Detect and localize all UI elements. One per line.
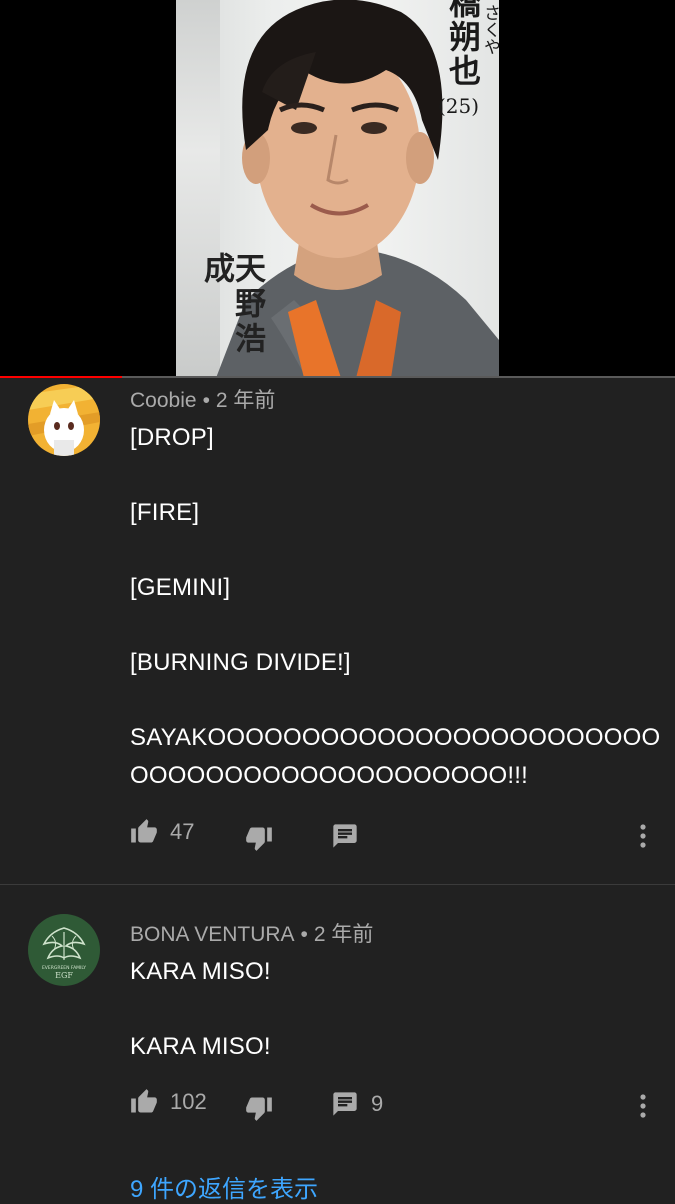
photo-caption-actor: 天野浩成: [198, 252, 265, 357]
reply-button[interactable]: 9: [331, 1090, 383, 1118]
more-vert-icon: [640, 1094, 646, 1118]
cat-avatar-icon: [28, 384, 100, 456]
more-options-button[interactable]: [631, 822, 655, 850]
dislike-button[interactable]: [245, 824, 273, 852]
comment-author[interactable]: BONA VENTURA: [130, 923, 295, 946]
video-progress-fill: [0, 376, 122, 378]
dislike-button[interactable]: [245, 1094, 273, 1122]
comment-icon: [333, 1092, 357, 1116]
meta-separator: •: [202, 389, 210, 412]
comment-time: 2 年前: [313, 923, 374, 946]
like-button[interactable]: 47: [130, 818, 194, 846]
leaf-emblem-avatar-icon: EVERGREEN FAMILY EGF: [28, 914, 100, 986]
video-player[interactable]: 橋朔也 さくや (25) 天野浩成: [0, 0, 675, 378]
comment-divider: [0, 884, 675, 885]
avatar-caption-large: EGF: [55, 971, 73, 980]
comment-author[interactable]: Coobie: [130, 389, 197, 412]
comment-text-line: [DROP]: [130, 424, 214, 451]
comment-text-line: [FIRE]: [130, 499, 200, 526]
comment-text-line: [GEMINI]: [130, 574, 231, 601]
like-count: 102: [170, 1089, 207, 1114]
photo-caption-furigana: さくや: [480, 4, 499, 55]
comment-text-line: KARA MISO!: [130, 958, 271, 985]
more-options-button[interactable]: [631, 1092, 655, 1120]
comment-meta: Coobie • 2 年前: [130, 384, 275, 414]
avatar[interactable]: EVERGREEN FAMILY EGF: [28, 914, 100, 986]
video-frame: 橋朔也 さくや (25) 天野浩成: [176, 0, 499, 378]
view-replies-link[interactable]: 9 件の返信を表示: [130, 1169, 318, 1204]
comment-text-line: OOOOOOOOOOOOOOOOOOOO!!!: [130, 762, 528, 789]
comment-time: 2 年前: [215, 389, 276, 412]
thumbs-up-icon: [131, 819, 157, 843]
comment-actions: 47: [0, 818, 675, 858]
photo-caption-name: 橋朔也: [444, 0, 482, 88]
comment-icon: [333, 824, 357, 848]
reply-count: 9: [371, 1091, 384, 1116]
avatar[interactable]: [28, 384, 100, 456]
comment-text-line: KARA MISO!: [130, 1033, 271, 1060]
reply-button[interactable]: [331, 822, 359, 850]
thumbs-up-icon: [131, 1089, 157, 1113]
thumbs-down-icon: [246, 1097, 272, 1121]
comment-text-line: [BURNING DIVIDE!]: [130, 649, 351, 676]
comment-meta: BONA VENTURA • 2 年前: [130, 918, 373, 948]
meta-separator: •: [300, 923, 308, 946]
photo-caption-age: (25): [438, 94, 480, 118]
comment-text-line: SAYAKOOOOOOOOOOOOOOOOOOOOOOOO: [130, 724, 661, 751]
thumbs-down-icon: [246, 827, 272, 851]
more-vert-icon: [640, 824, 646, 848]
like-button[interactable]: 102: [130, 1088, 207, 1116]
comment-actions: 102 9: [0, 1088, 675, 1128]
like-count: 47: [170, 819, 195, 844]
video-progress-bar[interactable]: [0, 376, 675, 378]
